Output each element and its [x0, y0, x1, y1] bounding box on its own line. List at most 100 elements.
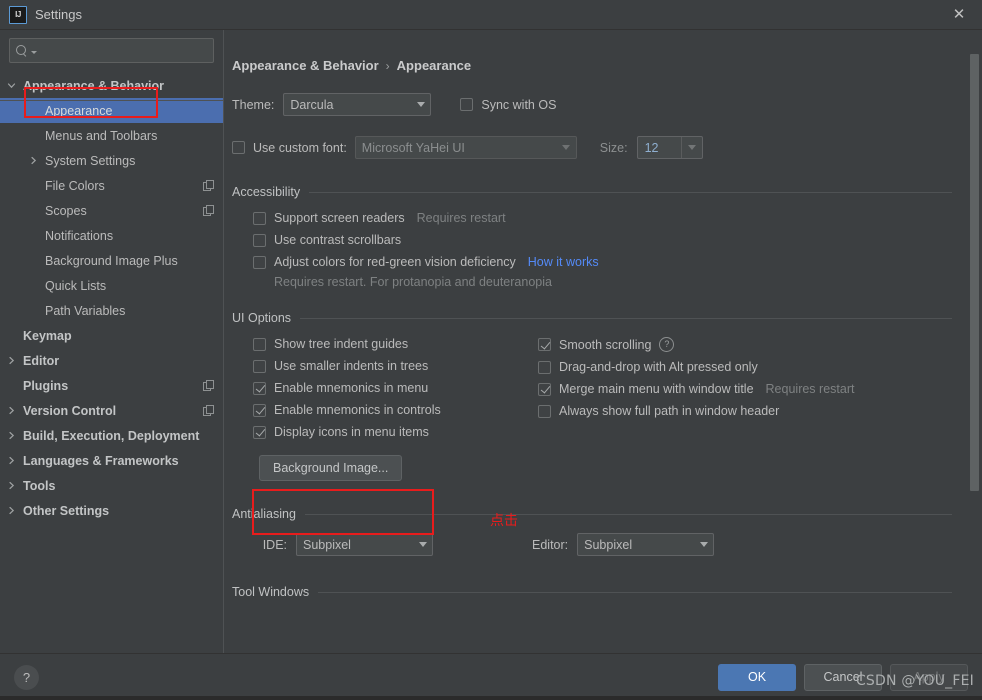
ui-option[interactable]: Enable mnemonics in controls — [253, 403, 538, 417]
chevron-down-icon — [413, 534, 432, 555]
accessibility-option-label: Support screen readers — [274, 211, 405, 225]
accessibility-option[interactable]: Support screen readers Requires restart — [253, 211, 952, 225]
editor-antialiasing-value: Subpixel — [584, 537, 633, 552]
copy-icon[interactable] — [203, 204, 215, 217]
search-area — [0, 30, 223, 69]
section-divider — [304, 513, 952, 515]
background-image-button[interactable]: Background Image... — [259, 455, 403, 481]
main-scrollbar[interactable] — [968, 30, 979, 653]
sidebar-item-label: Scopes — [45, 203, 87, 218]
sidebar-item-menus-and-toolbars[interactable]: Menus and Toolbars — [0, 123, 223, 148]
accessibility-options: Support screen readers Requires restart Us… — [232, 211, 952, 269]
settings-sidebar: Appearance & Behavior Appearance Menus and… — [0, 30, 223, 653]
sidebar-item-other-settings[interactable]: Other Settings — [0, 498, 223, 523]
ui-option[interactable]: Display icons in menu items — [253, 425, 538, 439]
chevron-down-icon[interactable] — [4, 81, 19, 90]
intellij-idea-icon: IJ — [9, 5, 27, 24]
breadcrumb-root[interactable]: Appearance & Behavior — [232, 58, 379, 73]
sidebar-item-label: Editor — [23, 353, 60, 368]
dialog-footer: ? OK Cancel Apply CSDN @YOU_FEI — [0, 653, 982, 700]
sidebar-item-label: Quick Lists — [45, 278, 107, 293]
theme-select[interactable]: Darcula — [283, 93, 432, 116]
ui-options-right-column: Smooth scrolling? Drag-and-drop with Alt … — [538, 337, 952, 447]
sidebar-item-tools[interactable]: Tools — [0, 473, 223, 498]
ui-option[interactable]: Smooth scrolling? — [538, 337, 952, 352]
sidebar-item-label: Other Settings — [23, 503, 110, 518]
sidebar-item-notifications[interactable]: Notifications — [0, 223, 223, 248]
requires-restart-hint: Requires restart — [765, 382, 855, 396]
ui-option[interactable]: Drag-and-drop with Alt pressed only — [538, 360, 952, 374]
accessibility-option[interactable]: Adjust colors for red-green vision defic… — [253, 255, 952, 269]
checkbox-box — [538, 404, 551, 418]
help-button[interactable]: ? — [14, 664, 39, 690]
sidebar-item-keymap[interactable]: Keymap — [0, 323, 223, 348]
ui-option[interactable]: Use smaller indents in trees — [253, 359, 538, 373]
ide-antialiasing-select[interactable]: Subpixel — [296, 533, 433, 556]
sidebar-item-path-variables[interactable]: Path Variables — [0, 298, 223, 323]
checkbox-box — [253, 255, 266, 269]
sidebar-item-quick-lists[interactable]: Quick Lists — [0, 273, 223, 298]
chevron-right-icon[interactable] — [4, 506, 19, 515]
ui-option-label: Drag-and-drop with Alt pressed only — [559, 360, 758, 374]
sidebar-item-plugins[interactable]: Plugins — [0, 373, 223, 398]
copy-icon[interactable] — [203, 179, 215, 192]
accessibility-option[interactable]: Use contrast scrollbars — [253, 233, 952, 247]
close-icon[interactable]: ✕ — [936, 0, 982, 29]
sidebar-item-appearance-behavior[interactable]: Appearance & Behavior — [0, 73, 223, 98]
antialiasing-section-header: Antialiasing — [232, 507, 952, 521]
ui-options-section-header: UI Options — [232, 311, 952, 325]
ui-options-columns: Show tree indent guides Use smaller inden… — [232, 337, 952, 447]
use-custom-font-checkbox[interactable]: Use custom font: — [232, 141, 347, 155]
ui-option[interactable]: Show tree indent guides — [253, 337, 538, 351]
sidebar-item-build-execution-deployment[interactable]: Build, Execution, Deployment — [0, 423, 223, 448]
help-icon[interactable]: ? — [659, 337, 675, 352]
checkbox-box — [538, 338, 551, 351]
chevron-down-icon — [411, 94, 430, 115]
chevron-right-icon[interactable] — [4, 431, 19, 440]
search-box[interactable] — [9, 38, 214, 63]
ui-option[interactable]: Always show full path in window header — [538, 404, 952, 418]
sidebar-item-scopes[interactable]: Scopes — [0, 198, 223, 223]
checkbox-box — [253, 403, 266, 417]
editor-antialiasing-select[interactable]: Subpixel — [577, 533, 715, 556]
settings-tree[interactable]: Appearance & Behavior Appearance Menus and… — [0, 69, 223, 653]
sidebar-item-editor[interactable]: Editor — [0, 348, 223, 373]
section-divider — [318, 591, 952, 593]
breadcrumb: Appearance & Behavior › Appearance — [232, 58, 952, 73]
sidebar-item-label: Menus and Toolbars — [45, 128, 158, 143]
sidebar-divider — [0, 100, 223, 101]
sidebar-item-version-control[interactable]: Version Control — [0, 398, 223, 423]
sidebar-item-label: Tools — [23, 478, 56, 493]
chevron-right-icon[interactable] — [4, 406, 19, 415]
sidebar-item-label: Build, Execution, Deployment — [23, 428, 200, 443]
ui-options-left-column: Show tree indent guides Use smaller inden… — [253, 337, 538, 447]
chevron-right-icon[interactable] — [4, 356, 19, 365]
chevron-right-icon[interactable] — [4, 481, 19, 490]
click-here-label: 点击 — [490, 513, 518, 529]
font-size-value: 12 — [644, 140, 659, 155]
sync-with-os-checkbox[interactable]: Sync with OS — [460, 98, 556, 112]
checkbox-box — [253, 233, 266, 247]
chevron-right-icon[interactable] — [4, 456, 19, 465]
font-size-stepper[interactable]: 12 — [636, 136, 703, 159]
ui-option[interactable]: Merge main menu with window title Require… — [538, 382, 952, 396]
scrollbar-thumb[interactable] — [970, 54, 979, 491]
sidebar-item-languages-frameworks[interactable]: Languages & Frameworks — [0, 448, 223, 473]
ui-option-label: Use smaller indents in trees — [274, 359, 429, 373]
sidebar-item-appearance[interactable]: Appearance — [0, 98, 223, 123]
sidebar-item-file-colors[interactable]: File Colors — [0, 173, 223, 198]
copy-icon[interactable] — [203, 404, 215, 417]
copy-icon[interactable] — [203, 379, 215, 392]
custom-font-value: Microsoft YaHei UI — [361, 140, 465, 155]
ok-button[interactable]: OK — [718, 663, 796, 691]
bottom-strip — [0, 696, 982, 700]
how-it-works-link[interactable]: How it works — [528, 255, 599, 269]
sidebar-item-system-settings[interactable]: System Settings — [0, 148, 223, 173]
theme-select-value: Darcula — [290, 97, 334, 112]
search-input[interactable] — [37, 42, 207, 59]
chevron-down-icon[interactable] — [680, 137, 702, 158]
chevron-right-icon[interactable] — [26, 156, 41, 165]
custom-font-select[interactable]: Microsoft YaHei UI — [354, 136, 577, 159]
ui-option[interactable]: Enable mnemonics in menu — [253, 381, 538, 395]
sidebar-item-background-image-plus[interactable]: Background Image Plus — [0, 248, 223, 273]
